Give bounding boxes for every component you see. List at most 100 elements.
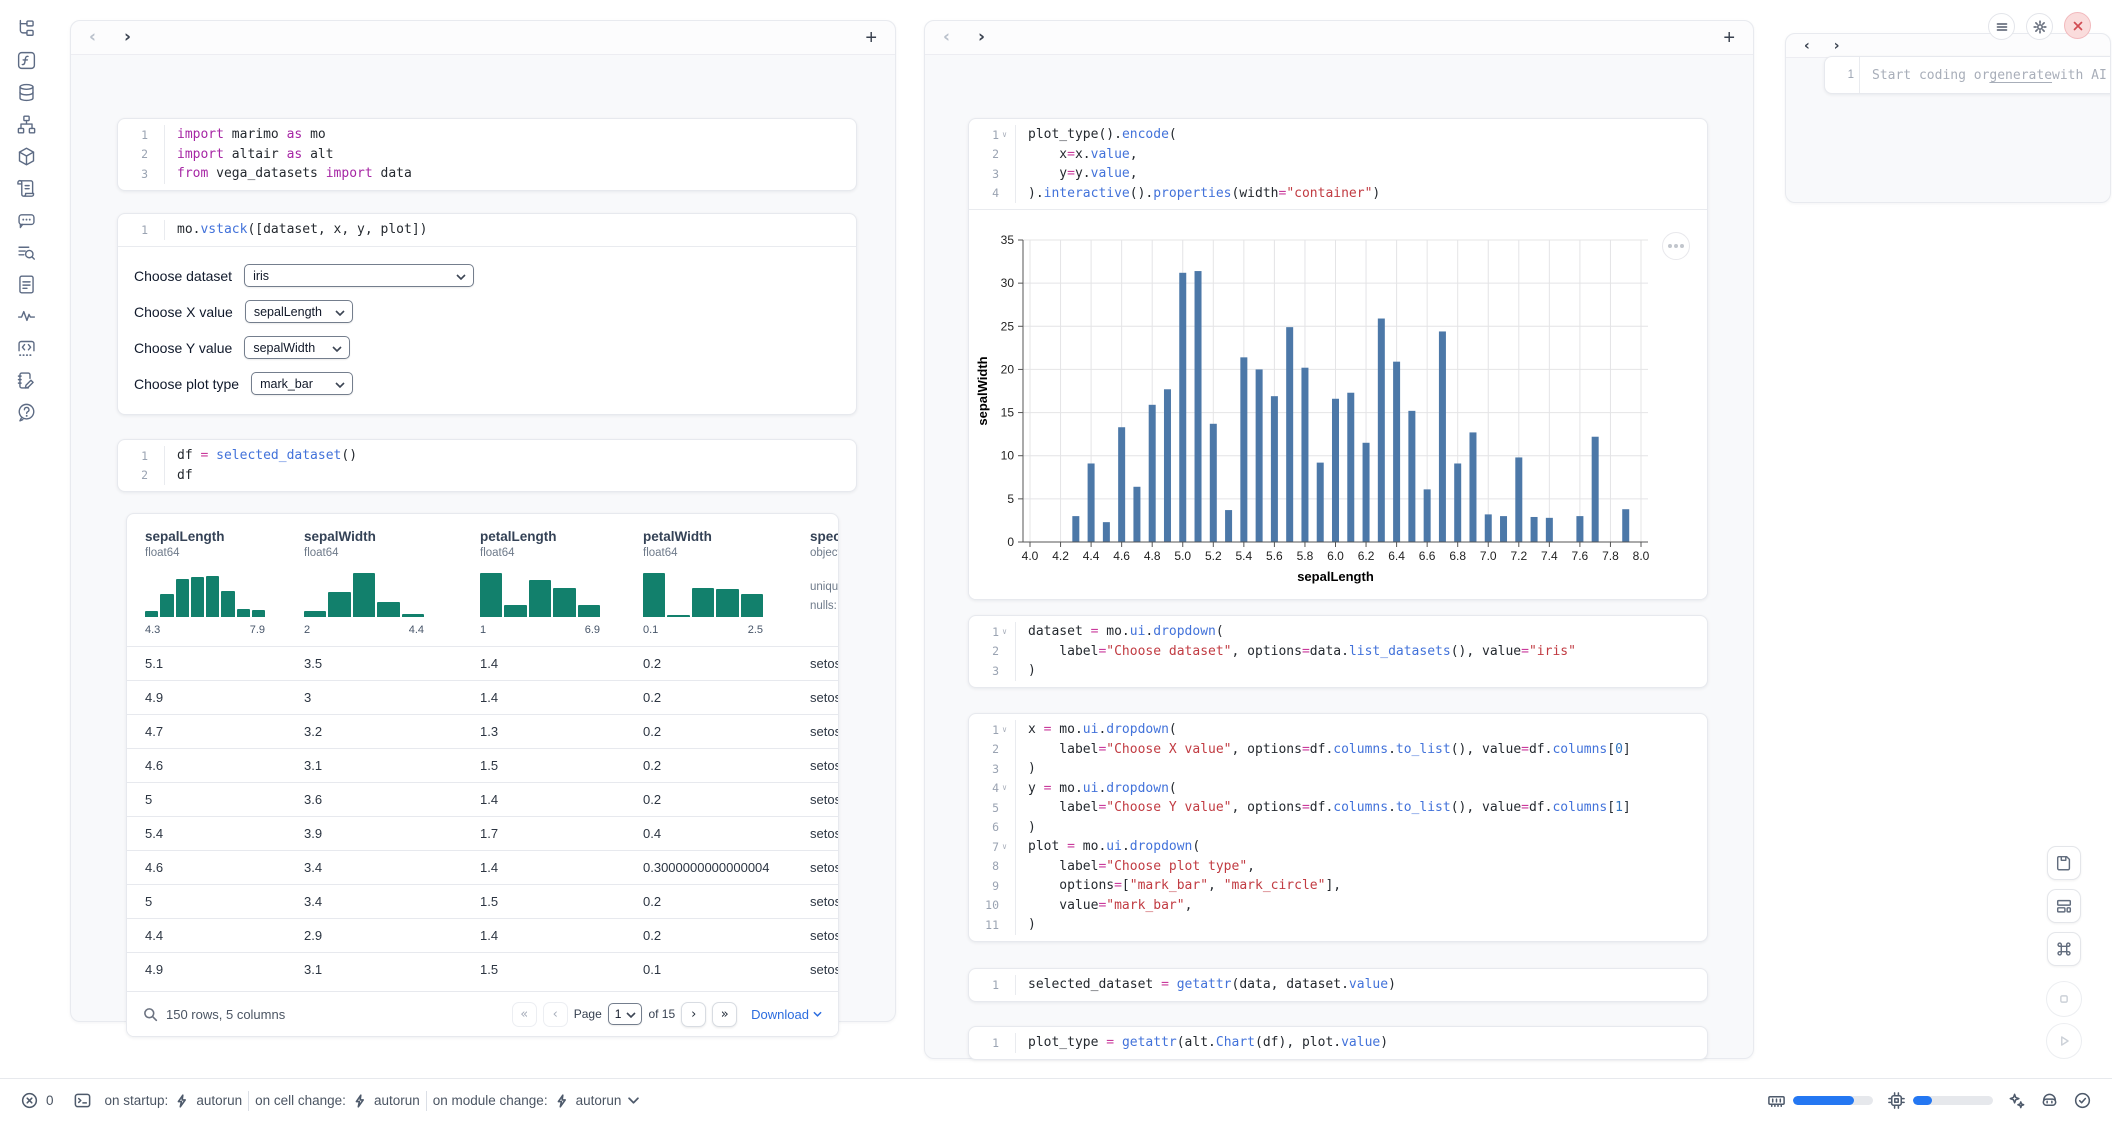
table-cell: 1.4 <box>480 690 643 705</box>
table-cell: 0.2 <box>643 724 810 739</box>
file-tree-icon <box>16 18 37 39</box>
svg-text:5.2: 5.2 <box>1205 549 1222 563</box>
sidebar-item-variables[interactable] <box>14 337 38 359</box>
chart-actions-icon[interactable] <box>1662 232 1690 260</box>
dropdown-choose-y-value[interactable]: sepalWidth <box>244 336 350 359</box>
sidebar-item-database[interactable] <box>14 81 38 103</box>
runtime-setting[interactable]: on startup:autorun <box>105 1093 243 1108</box>
runtime-setting[interactable]: on module change:autorun <box>433 1093 640 1108</box>
gear-icon <box>2033 20 2047 34</box>
last-page-button[interactable]: » <box>712 1002 737 1027</box>
sidebar-item-logs[interactable] <box>14 241 38 263</box>
dropdown-choose-x-value[interactable]: sepalLength <box>245 300 353 323</box>
code-editor[interactable]: 1mo.vstack([dataset, x, y, plot]) <box>118 214 856 247</box>
runtime-setting[interactable]: on cell change:autorun <box>255 1093 420 1108</box>
keyboard-shortcuts-button[interactable] <box>2047 932 2081 966</box>
generate-link[interactable]: generate <box>1989 68 2052 83</box>
table-cell: 3.4 <box>304 894 480 909</box>
settings-button[interactable] <box>2026 13 2053 40</box>
first-page-button[interactable]: « <box>512 1002 537 1027</box>
svg-text:4.2: 4.2 <box>1052 549 1069 563</box>
sidebar-item-snippets[interactable] <box>14 177 38 199</box>
sidebar-item-package[interactable] <box>14 145 38 167</box>
column-header-species[interactable]: speciesobjectuniquenulls: <box>810 529 839 646</box>
fold-chevron-icon[interactable]: ∨ <box>999 784 1010 792</box>
code-placeholder[interactable]: Start coding or generate with AI <box>1859 57 2107 93</box>
layout-button[interactable] <box>2047 889 2081 923</box>
svg-text:5: 5 <box>1007 492 1014 506</box>
fold-chevron-icon[interactable]: ∨ <box>999 843 1010 851</box>
sidebar-item-tracer[interactable] <box>14 305 38 327</box>
fold-chevron-icon[interactable]: ∨ <box>999 131 1010 139</box>
connection-status-button[interactable] <box>2073 1091 2092 1110</box>
dependency-graph-icon <box>16 114 37 135</box>
shutdown-button[interactable] <box>2064 12 2091 39</box>
table-row: 4.63.11.50.2setosa <box>127 748 838 782</box>
sidebar-item-function[interactable] <box>14 49 38 71</box>
sidebar-item-scratchpad[interactable] <box>14 369 38 391</box>
empty-code-cell[interactable]: 1 Start coding or generate with AI <box>1824 56 2111 94</box>
dropdown-choose-plot-type[interactable]: mark_bar <box>251 372 353 395</box>
table-footer: 150 rows, 5 columns « ‹ Page 1 of 15 › »… <box>127 991 838 1036</box>
sidebar-item-ai-chat[interactable] <box>14 209 38 231</box>
column-header-petalLength[interactable]: petalLengthfloat6416.9 <box>480 529 643 646</box>
table-cell: 3.4 <box>304 860 480 875</box>
code-editor[interactable]: 1plot_type = getattr(alt.Chart(df), plot… <box>969 1027 1707 1059</box>
code-editor[interactable]: 1df = selected_dataset()2df <box>118 440 856 491</box>
save-button[interactable] <box>2047 846 2081 880</box>
sidebar-item-file-tree[interactable] <box>14 17 38 39</box>
chevron-right-icon[interactable]: › <box>978 29 985 46</box>
column-header-sepalWidth[interactable]: sepalWidthfloat6424.4 <box>304 529 480 646</box>
code-editor[interactable]: 1∨x = mo.ui.dropdown(2 label="Choose X v… <box>969 714 1707 941</box>
page-total: of 15 <box>648 1007 675 1021</box>
control-row: Choose plot typemark_bar <box>134 372 856 396</box>
help-icon <box>16 402 37 423</box>
prev-page-button[interactable]: ‹ <box>543 1002 568 1027</box>
sidebar-item-documentation[interactable] <box>14 273 38 295</box>
page-select[interactable]: 1 <box>608 1003 643 1025</box>
sidebar-item-dependency-graph[interactable] <box>14 113 38 135</box>
search-icon[interactable] <box>143 1007 158 1022</box>
fold-chevron-icon[interactable]: ∨ <box>999 726 1010 734</box>
svg-text:6.0: 6.0 <box>1327 549 1344 563</box>
dropdown-choose-dataset[interactable]: iris <box>244 264 474 287</box>
code-editor[interactable]: 1import marimo as mo2import altair as al… <box>118 119 856 190</box>
column-header-sepalLength[interactable]: sepalLengthfloat644.37.9 <box>145 529 304 646</box>
dataframe-table: sepalLengthfloat644.37.9sepalWidthfloat6… <box>126 513 839 1037</box>
fold-chevron-icon[interactable]: ∨ <box>999 628 1010 636</box>
table-cell: setosa <box>810 928 839 943</box>
terminal-button[interactable] <box>73 1091 92 1110</box>
code-editor[interactable]: 1∨plot_type().encode(2 x=x.value,3 y=y.v… <box>969 119 1707 210</box>
altair-chart-output[interactable]: 4.04.24.44.64.85.05.25.45.65.86.06.26.46… <box>969 210 1707 599</box>
code-editor[interactable]: 1∨dataset = mo.ui.dropdown(2 label="Choo… <box>969 616 1707 687</box>
table-cell: 1.4 <box>480 656 643 671</box>
svg-text:6.6: 6.6 <box>1419 549 1436 563</box>
column-header-petalWidth[interactable]: petalWidthfloat640.12.5 <box>643 529 810 646</box>
download-button[interactable]: Download <box>751 1007 822 1022</box>
code-editor[interactable]: 1selected_dataset = getattr(data, datase… <box>969 969 1707 1001</box>
table-cell: 1.3 <box>480 724 643 739</box>
menu-button[interactable] <box>1988 13 2015 40</box>
column-histogram <box>643 571 763 617</box>
chevron-left-icon[interactable]: ‹ <box>943 29 950 46</box>
run-button[interactable] <box>2046 1023 2082 1059</box>
add-cell-button[interactable]: + <box>865 28 877 48</box>
dropdown-controls: Choose datasetirisChoose X valuesepalLen… <box>118 247 856 414</box>
scratchpad-icon <box>16 370 37 391</box>
add-cell-button[interactable]: + <box>1723 28 1735 48</box>
code-cell-dataset: 1∨dataset = mo.ui.dropdown(2 label="Choo… <box>968 615 1708 688</box>
error-count-badge[interactable]: 0 <box>20 1091 54 1110</box>
ai-features-button[interactable] <box>2007 1091 2026 1110</box>
close-icon <box>2071 19 2085 33</box>
table-cell: 1.5 <box>480 962 643 977</box>
sidebar-item-help[interactable] <box>14 401 38 423</box>
copilot-button[interactable] <box>2040 1091 2059 1110</box>
stop-button[interactable] <box>2046 981 2082 1017</box>
chevron-left-icon[interactable]: ‹ <box>1804 39 1810 53</box>
chevron-right-icon[interactable]: › <box>124 29 131 46</box>
chevron-right-icon[interactable]: › <box>1834 39 1840 53</box>
middle-panel-header: ‹ › + <box>925 21 1753 55</box>
chevron-left-icon[interactable]: ‹ <box>89 29 96 46</box>
next-page-button[interactable]: › <box>681 1002 706 1027</box>
table-cell: 1.5 <box>480 894 643 909</box>
